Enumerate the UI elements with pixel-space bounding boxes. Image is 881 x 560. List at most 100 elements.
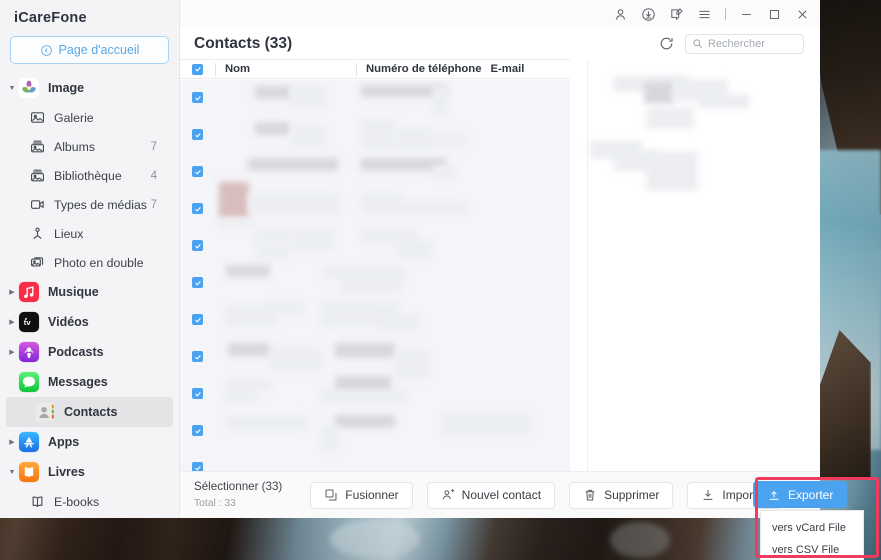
window-titlebar xyxy=(180,0,820,28)
download-icon[interactable] xyxy=(641,7,656,22)
chevron-right-icon[interactable]: ▶ xyxy=(6,288,18,296)
account-icon[interactable] xyxy=(613,7,628,22)
redacted-detail xyxy=(644,82,674,104)
import-icon xyxy=(704,490,713,500)
sidebar-item-e-books[interactable]: E-books xyxy=(0,487,179,516)
chevron-down-icon[interactable]: ▼ xyxy=(6,469,18,476)
sidebar-item-livres[interactable]: ▼ Livres xyxy=(0,457,179,487)
row-checkbox[interactable] xyxy=(192,425,203,436)
home-page-button[interactable]: Page d'accueil xyxy=(10,36,169,64)
chevron-right-icon[interactable]: ▶ xyxy=(6,348,18,356)
sidebar-item-photo-en-double[interactable]: Photo en double xyxy=(0,248,179,277)
sidebar-item-contacts[interactable]: Contacts xyxy=(6,397,173,427)
appstore-icon xyxy=(18,431,40,453)
column-header-email[interactable]: E-mail xyxy=(482,63,525,75)
bottom-toolbar: Sélectionner (33) Total : 33 Fusionner N… xyxy=(180,471,820,518)
table-row[interactable] xyxy=(180,265,570,302)
table-row[interactable] xyxy=(180,182,570,228)
sidebar-item-label: Musique xyxy=(48,285,99,299)
chevron-down-icon[interactable]: ▼ xyxy=(6,85,18,92)
books-icon xyxy=(18,461,40,483)
new-contact-label: Nouvel contact xyxy=(461,488,542,502)
redacted-name xyxy=(228,343,270,356)
sidebar-item-label: Bibliothèque xyxy=(54,168,122,183)
search-input[interactable] xyxy=(708,37,797,50)
sidebar-item-apps[interactable]: ▶ Apps xyxy=(0,427,179,457)
table-row[interactable] xyxy=(180,413,570,451)
contact-detail-pane xyxy=(587,59,820,471)
media-types-icon xyxy=(31,200,44,209)
redacted-name xyxy=(225,390,259,403)
app-title: iCareFone xyxy=(14,10,87,26)
select-all-cell xyxy=(180,63,215,75)
sidebar-item-label: Vidéos xyxy=(48,315,89,329)
column-header-nom[interactable]: Nom xyxy=(216,63,356,75)
sidebar-item-musique[interactable]: ▶ Musique xyxy=(0,277,179,307)
table-row[interactable] xyxy=(180,80,570,117)
redacted-email xyxy=(380,314,420,330)
redacted-name xyxy=(290,228,334,250)
table-row[interactable] xyxy=(180,117,570,154)
search-box[interactable] xyxy=(685,33,804,54)
sidebar-item-label: Albums xyxy=(54,139,96,154)
table-row[interactable] xyxy=(180,228,570,265)
sidebar-item-messages[interactable]: ▶ Messages xyxy=(0,367,179,397)
close-button[interactable] xyxy=(795,7,810,22)
table-header-row: Nom Numéro de téléphone E-mail xyxy=(180,59,570,79)
sidebar-item-galerie[interactable]: Galerie xyxy=(0,103,179,132)
sidebar-item-albums[interactable]: Albums 7 xyxy=(0,132,179,161)
table-row[interactable] xyxy=(180,339,570,379)
export-vcard-item[interactable]: vers vCard File xyxy=(761,517,863,539)
row-checkbox[interactable] xyxy=(192,240,203,251)
sidebar-item-lieux[interactable]: Lieux xyxy=(0,219,179,248)
sidebar-item-label: Types de médias xyxy=(54,197,147,212)
menu-icon[interactable] xyxy=(697,7,712,22)
trash-icon xyxy=(585,489,595,501)
delete-button[interactable]: Supprimer xyxy=(569,481,674,509)
table-rows[interactable] xyxy=(180,80,570,471)
redacted-email xyxy=(432,165,456,178)
titlebar-divider xyxy=(725,8,726,20)
sidebar-item-label: Apps xyxy=(48,435,80,449)
redacted-email xyxy=(394,201,468,213)
chevron-right-icon[interactable]: ▶ xyxy=(6,318,18,326)
table-row[interactable] xyxy=(180,302,570,339)
minimize-button[interactable] xyxy=(739,7,754,22)
column-header-telephone[interactable]: Numéro de téléphone xyxy=(357,63,482,75)
sidebar-item-types-de-medias[interactable]: Types de médias 7 xyxy=(0,190,179,219)
sidebar-item-label: Podcasts xyxy=(48,345,104,359)
feedback-icon[interactable] xyxy=(669,7,684,22)
page-header: Contacts (33) xyxy=(180,28,820,59)
contacts-icon xyxy=(35,402,55,422)
podcasts-icon xyxy=(18,341,40,363)
sidebar-item-label: Photo en double xyxy=(54,255,144,270)
row-checkbox[interactable] xyxy=(192,166,203,177)
row-checkbox[interactable] xyxy=(192,92,203,103)
total-count-label: Total : 33 xyxy=(194,497,236,509)
library-icon xyxy=(31,169,44,182)
row-checkbox[interactable] xyxy=(192,129,203,140)
row-checkbox[interactable] xyxy=(192,351,203,362)
merge-button[interactable]: Fusionner xyxy=(310,481,413,509)
export-button[interactable]: Exporter xyxy=(753,481,848,508)
sidebar-item-image[interactable]: ▼ Image xyxy=(0,73,179,103)
row-checkbox[interactable] xyxy=(192,203,203,214)
refresh-icon[interactable] xyxy=(658,35,675,52)
row-checkbox[interactable] xyxy=(192,462,203,471)
sidebar-item-podcasts[interactable]: ▶ Podcasts xyxy=(0,337,179,367)
sidebar-item-bibliotheque[interactable]: Bibliothèque 4 xyxy=(0,161,179,190)
table-row[interactable] xyxy=(180,450,570,471)
row-checkbox[interactable] xyxy=(192,314,203,325)
new-contact-button[interactable]: Nouvel contact xyxy=(426,481,556,509)
places-icon xyxy=(33,227,42,239)
chevron-right-icon[interactable]: ▶ xyxy=(6,438,18,446)
table-row[interactable] xyxy=(180,376,570,413)
sidebar-item-label: Messages xyxy=(48,375,108,389)
row-checkbox[interactable] xyxy=(192,277,203,288)
sidebar-item-label: Image xyxy=(48,81,85,95)
export-csv-item[interactable]: vers CSV File xyxy=(761,539,863,560)
maximize-button[interactable] xyxy=(767,7,782,22)
row-checkbox[interactable] xyxy=(192,388,203,399)
select-all-checkbox[interactable] xyxy=(192,63,203,75)
sidebar-item-videos[interactable]: ▶ tv Vidéos xyxy=(0,307,179,337)
